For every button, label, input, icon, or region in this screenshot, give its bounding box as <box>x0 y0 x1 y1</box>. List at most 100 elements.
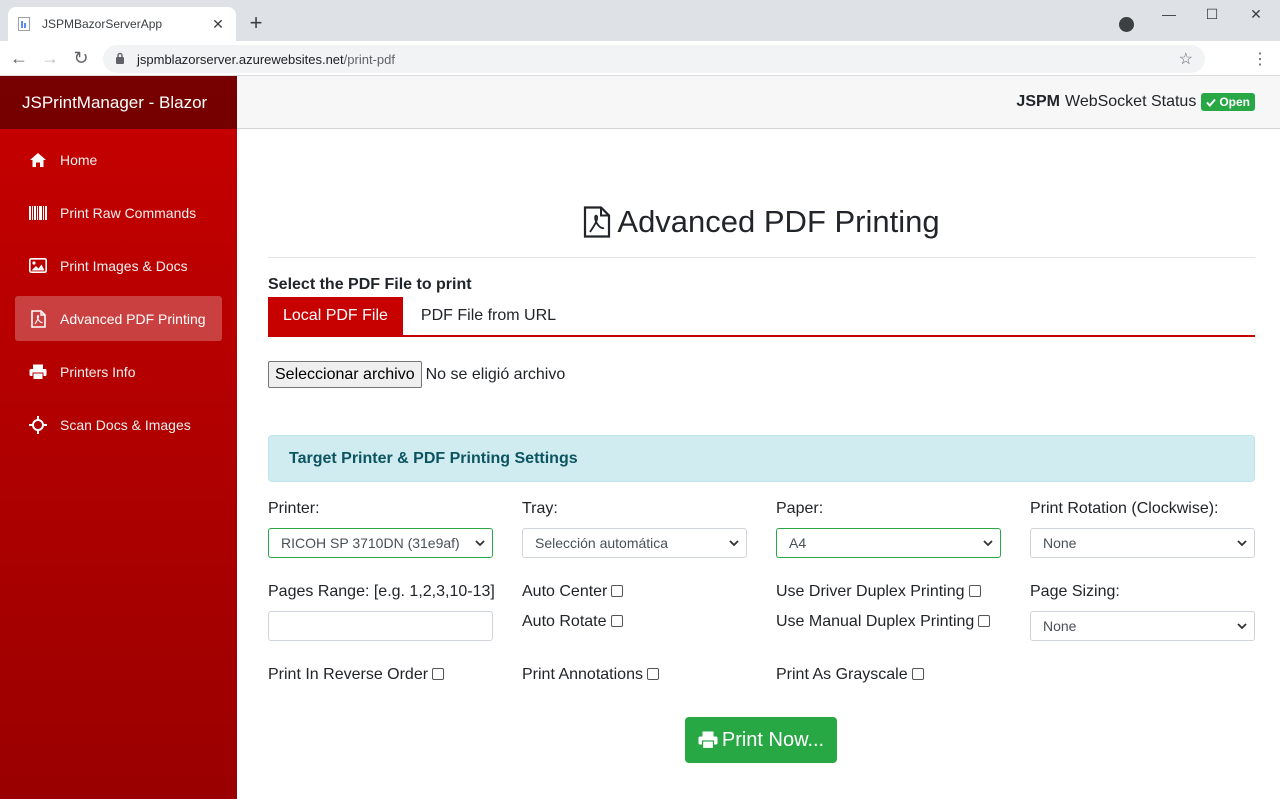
rotation-select-value: None <box>1043 535 1077 551</box>
top-header: JSPM WebSocket Status Open <box>237 76 1280 129</box>
sidebar-item-printers-info[interactable]: Printers Info <box>15 349 222 394</box>
pdf-source-tabs: Local PDF File PDF File from URL <box>268 297 1255 337</box>
pages-range-label: Pages Range: [e.g. 1,2,3,10-13] <box>268 583 495 600</box>
profile-dropdown-icon[interactable] <box>1119 17 1134 32</box>
page-sizing-select-value: None <box>1043 618 1077 634</box>
paper-select[interactable]: A4 <box>776 528 1001 558</box>
annotations-label: Print Annotations <box>522 666 643 683</box>
title-divider <box>268 257 1255 258</box>
sidebar: JSPrintManager - Blazor Home Print Raw C… <box>0 76 237 799</box>
reverse-order-label: Print In Reverse Order <box>268 666 429 683</box>
sidebar-item-label: Scan Docs & Images <box>60 416 191 433</box>
tray-select[interactable]: Selección automática <box>522 528 747 558</box>
settings-heading: Target Printer & PDF Printing Settings <box>268 435 1255 482</box>
barcode-icon <box>29 204 47 222</box>
pages-range-input[interactable] <box>268 611 493 641</box>
sidebar-item-label: Print Raw Commands <box>60 204 197 221</box>
chevron-down-icon <box>983 540 993 547</box>
auto-rotate-option: Auto Rotate <box>522 613 623 631</box>
tab-pdf-file-from-url[interactable]: PDF File from URL <box>403 297 571 335</box>
auto-rotate-label: Auto Rotate <box>522 613 607 630</box>
page-sizing-select[interactable]: None <box>1030 611 1255 641</box>
app-brand[interactable]: JSPrintManager - Blazor <box>0 76 237 129</box>
page-sizing-label: Page Sizing: <box>1030 583 1120 600</box>
sidebar-item-print-images-docs[interactable]: Print Images & Docs <box>15 243 222 288</box>
status-badge: Open <box>1201 93 1255 111</box>
annotations-checkbox[interactable] <box>646 668 659 680</box>
browser-tab-title: JSPMBazorServerApp <box>42 17 163 31</box>
driver-duplex-label: Use Driver Duplex Printing <box>776 583 965 600</box>
pdf-file-icon <box>583 206 611 238</box>
sidebar-item-label: Home <box>60 151 98 168</box>
maximize-icon[interactable]: ☐ <box>1202 6 1222 23</box>
sidebar-item-label: Printers Info <box>60 363 136 380</box>
browser-menu-icon[interactable]: ⋮ <box>1252 49 1268 69</box>
grayscale-label: Print As Grayscale <box>776 666 908 683</box>
status-badge-text: Open <box>1219 95 1250 109</box>
forward-icon[interactable]: → <box>40 48 60 68</box>
lock-icon <box>115 52 127 67</box>
reverse-order-checkbox[interactable] <box>432 668 445 680</box>
tray-label: Tray: <box>522 500 558 517</box>
print-now-label: Print Now... <box>721 728 825 751</box>
file-picker: Seleccionar archivo No se eligió archivo <box>268 361 565 388</box>
driver-duplex-option: Use Driver Duplex Printing <box>776 583 981 601</box>
printer-label: Printer: <box>268 500 320 517</box>
chevron-down-icon <box>1237 623 1247 630</box>
home-icon <box>29 151 47 169</box>
sidebar-item-scan-docs-images[interactable]: Scan Docs & Images <box>15 402 222 447</box>
browser-tab[interactable]: JSPMBazorServerApp ✕ <box>8 7 236 41</box>
choose-file-button[interactable]: Seleccionar archivo <box>268 361 422 388</box>
url-host: jspmblazorserver.azurewebsites.net <box>137 51 344 67</box>
auto-rotate-checkbox[interactable] <box>610 615 623 627</box>
address-bar: ← → ↻ jspmblazorserver.azurewebsites.net… <box>0 41 1280 76</box>
window-close-icon[interactable]: ✕ <box>1246 6 1266 23</box>
manual-duplex-checkbox[interactable] <box>978 615 991 627</box>
sidebar-item-home[interactable]: Home <box>15 137 222 182</box>
bookmark-star-icon[interactable]: ☆ <box>1179 49 1193 69</box>
grayscale-checkbox[interactable] <box>911 668 924 680</box>
chevron-down-icon <box>729 540 739 547</box>
websocket-status-label: WebSocket Status <box>1065 93 1197 110</box>
select-pdf-label: Select the PDF File to print <box>268 276 472 293</box>
tray-select-value: Selección automática <box>535 535 669 551</box>
driver-duplex-checkbox[interactable] <box>968 585 981 597</box>
image-icon <box>29 257 47 275</box>
manual-duplex-option: Use Manual Duplex Printing <box>776 613 991 631</box>
tab-close-icon[interactable]: ✕ <box>210 16 226 33</box>
pdf-icon <box>29 309 47 328</box>
grayscale-option: Print As Grayscale <box>776 666 924 684</box>
chevron-down-icon <box>1237 540 1247 547</box>
minimize-icon[interactable]: — <box>1159 6 1179 22</box>
auto-center-option: Auto Center <box>522 583 624 601</box>
jspm-label: JSPM <box>1016 93 1060 110</box>
sidebar-item-advanced-pdf-printing[interactable]: Advanced PDF Printing <box>15 296 222 341</box>
sidebar-nav: Home Print Raw Commands Print Images & D… <box>0 129 237 463</box>
url-path: /print-pdf <box>343 51 395 67</box>
back-icon[interactable]: ← <box>9 48 29 68</box>
tab-local-pdf-file[interactable]: Local PDF File <box>268 297 403 335</box>
manual-duplex-label: Use Manual Duplex Printing <box>776 613 975 630</box>
new-tab-button[interactable]: + <box>246 11 266 35</box>
sidebar-item-print-raw-commands[interactable]: Print Raw Commands <box>15 190 222 235</box>
rotation-select[interactable]: None <box>1030 528 1255 558</box>
auto-center-label: Auto Center <box>522 583 608 600</box>
page-title-text: Advanced PDF Printing <box>617 204 940 239</box>
printer-icon <box>698 731 718 749</box>
check-icon <box>1206 98 1217 107</box>
sidebar-item-label: Print Images & Docs <box>60 257 188 274</box>
reload-icon[interactable]: ↻ <box>71 48 91 68</box>
paper-label: Paper: <box>776 500 824 517</box>
file-status-text: No se eligió archivo <box>425 365 566 383</box>
auto-center-checkbox[interactable] <box>611 585 624 597</box>
annotations-option: Print Annotations <box>522 666 659 684</box>
page-title: Advanced PDF Printing <box>268 204 1255 240</box>
printer-select[interactable]: RICOH SP 3710DN (31e9af) <box>268 528 493 558</box>
printer-select-value: RICOH SP 3710DN (31e9af) <box>281 535 460 551</box>
url-field[interactable]: jspmblazorserver.azurewebsites.net/print… <box>103 45 1205 73</box>
crosshair-icon <box>29 415 47 434</box>
sidebar-item-label: Advanced PDF Printing <box>60 310 206 327</box>
url-text: jspmblazorserver.azurewebsites.net/print… <box>137 52 1179 67</box>
browser-tab-bar: JSPMBazorServerApp ✕ + — ☐ ✕ <box>0 0 1280 41</box>
print-now-button[interactable]: Print Now... <box>685 717 837 763</box>
